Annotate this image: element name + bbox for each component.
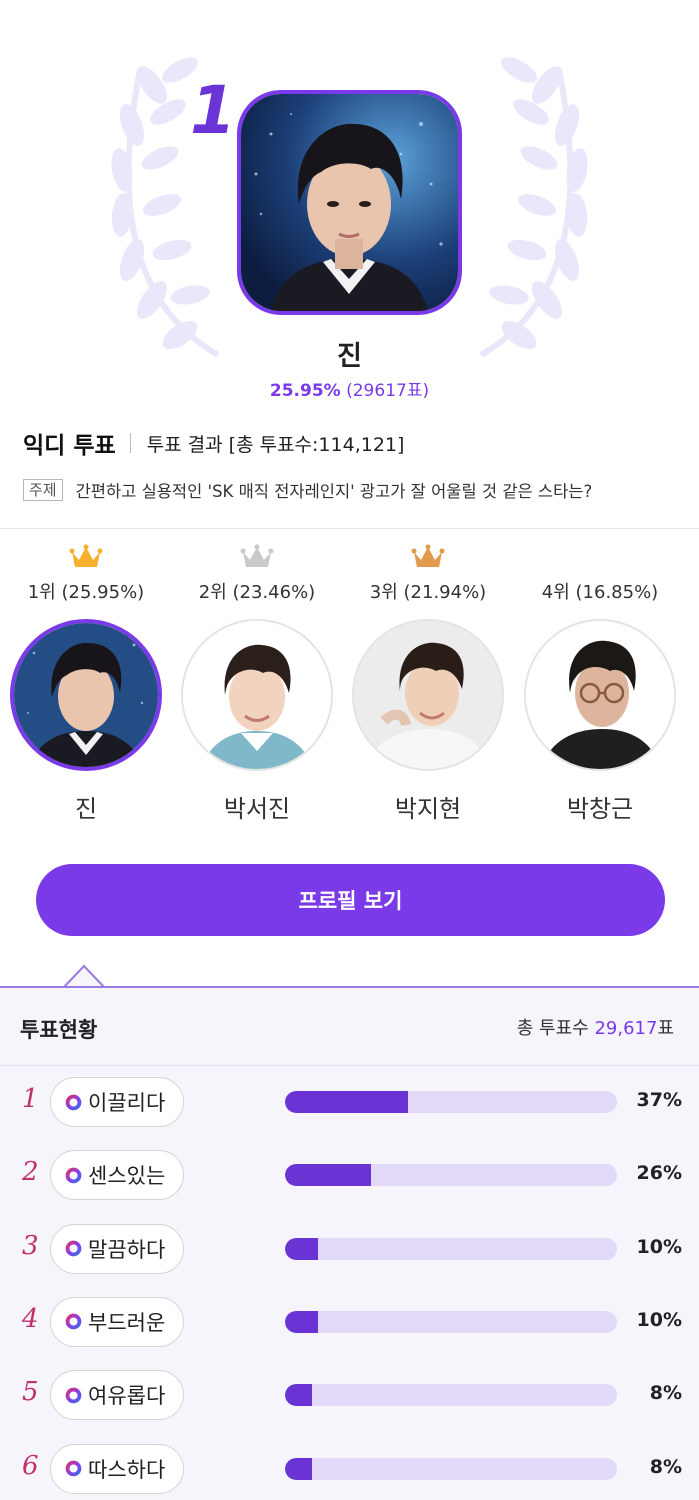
winner-votes: (29617표) [346, 381, 430, 401]
row-rank: 1 [22, 1084, 39, 1114]
poll-header: 익디 투표 투표 결과 [총 투표수:114,121] [23, 426, 404, 460]
candidate-card[interactable]: 1위 (25.95%) 진 [0, 544, 172, 824]
row-rank: 4 [22, 1303, 39, 1334]
winner-percent: 25.95% [269, 381, 341, 401]
vote-bar [285, 1164, 617, 1187]
vote-bar [285, 1310, 617, 1333]
candidate-photo[interactable] [181, 619, 333, 771]
vote-status-row: 3 말끔하다 10% [0, 1221, 699, 1277]
poll-result-text: 투표 결과 [총 투표수:114,121] [146, 433, 405, 456]
candidate-photo[interactable] [352, 619, 504, 771]
vote-status-panel: 투표현황 총 투표수 29,617표 1 이끌리다 37% 2 센스있는 26% 3 말끔하다… [0, 986, 699, 1500]
gold-crown-icon [69, 544, 103, 567]
candidate-portrait-image [14, 623, 158, 767]
vote-status-total: 총 투표수 29,617표 [517, 1014, 674, 1040]
keyword-ring-icon [65, 1240, 82, 1257]
candidate-portrait-image [354, 621, 502, 769]
poll-divider [129, 433, 131, 453]
keyword-label: 여유롭다 [88, 1384, 166, 1409]
winner-photo[interactable] [237, 90, 462, 315]
poll-topic: 주제 간편하고 실용적인 'SK 매직 전자레인지' 광고가 잘 어울릴 것 같… [23, 478, 592, 502]
vote-status-row: 1 이끌리다 37% [0, 1074, 699, 1130]
winner-portrait-image [241, 94, 458, 311]
keyword-pill[interactable]: 이끌리다 [50, 1077, 185, 1127]
candidate-photo[interactable] [524, 619, 676, 771]
keyword-label: 이끌리다 [88, 1091, 166, 1115]
vote-status-row: 2 센스있는 26% [0, 1147, 699, 1203]
profile-view-button[interactable]: 프로필 보기 [36, 864, 665, 936]
vote-bar [285, 1384, 617, 1407]
vote-bar-fill [285, 1091, 408, 1113]
topic-tag: 주제 [23, 479, 63, 501]
vote-bar-fill [285, 1457, 312, 1480]
crown-placeholder [514, 544, 686, 570]
keyword-ring-icon [65, 1314, 82, 1330]
total-value: 29,617 [594, 1018, 658, 1039]
candidate-rank: 4위 (16.85%) [541, 582, 659, 603]
keyword-label: 센스있는 [88, 1164, 166, 1189]
candidate-photo[interactable] [10, 619, 162, 771]
keyword-pill[interactable]: 여유롭다 [50, 1370, 185, 1421]
row-percent: 8% [649, 1455, 682, 1478]
laurel-right-icon [479, 57, 588, 358]
winner-name: 진 [337, 341, 362, 372]
keyword-ring-icon [65, 1387, 82, 1404]
candidate-card[interactable]: 3위 (21.94%) 박지현 [342, 544, 514, 824]
vote-bar-fill [285, 1164, 372, 1187]
vote-status-header: 투표현황 총 투표수 29,617표 [0, 988, 699, 1066]
keyword-pill[interactable]: 부드러운 [50, 1296, 185, 1347]
bronze-crown-icon [411, 544, 445, 567]
row-rank: 2 [22, 1157, 39, 1188]
row-percent: 37% [636, 1089, 682, 1111]
silver-crown-icon [240, 544, 274, 567]
vote-bar [285, 1237, 617, 1260]
candidate-name: 박서진 [223, 795, 291, 823]
row-percent: 8% [649, 1382, 682, 1405]
keyword-pill[interactable]: 말끔하다 [50, 1223, 185, 1274]
row-percent: 10% [636, 1308, 682, 1331]
winner-hero: 1 진 25.95% (29617표) [0, 0, 699, 410]
keyword-pill[interactable]: 센스있는 [50, 1150, 185, 1201]
keyword-ring-icon [65, 1460, 82, 1477]
keyword-label: 말끔하다 [88, 1237, 166, 1262]
vote-bar-fill [285, 1237, 319, 1260]
vote-bar [285, 1457, 617, 1480]
row-percent: 26% [636, 1162, 682, 1185]
section-divider [0, 528, 699, 529]
candidate-name: 박지현 [394, 795, 462, 823]
winner-stats: 25.95% (29617표) [0, 376, 699, 401]
vote-bar [285, 1091, 617, 1113]
keyword-label: 따스하다 [88, 1457, 166, 1482]
candidate-rank: 1위 (25.95%) [27, 582, 145, 603]
panel-notch-icon [64, 964, 104, 988]
keyword-ring-icon [65, 1167, 82, 1184]
candidate-card[interactable]: 2위 (23.46%) 박서진 [171, 544, 343, 824]
vote-bar-fill [285, 1384, 312, 1407]
keyword-pill[interactable]: 따스하다 [50, 1443, 185, 1494]
vote-status-row: 5 여유롭다 8% [0, 1367, 699, 1423]
keyword-label: 부드러운 [88, 1310, 166, 1335]
candidate-card[interactable]: 4위 (16.85%) 박창근 [514, 544, 686, 824]
candidate-name: 박창근 [566, 795, 634, 823]
vote-status-row: 6 따스하다 8% [0, 1441, 699, 1497]
topic-text: 간편하고 실용적인 'SK 매직 전자레인지' 광고가 잘 어울릴 것 같은 스… [75, 482, 593, 501]
row-rank: 5 [22, 1377, 39, 1408]
vote-bar-fill [285, 1310, 319, 1333]
keyword-ring-icon [65, 1094, 82, 1110]
row-rank: 3 [22, 1230, 39, 1261]
row-percent: 10% [636, 1235, 682, 1258]
total-label: 총 투표수 [516, 1018, 589, 1039]
vote-status-title: 투표현황 [20, 1018, 98, 1042]
candidate-rank: 2위 (23.46%) [198, 582, 316, 603]
row-rank: 6 [22, 1450, 39, 1481]
winner-rank: 1 [190, 72, 236, 149]
poll-title: 익디 투표 [23, 433, 116, 459]
candidate-name: 진 [74, 795, 98, 823]
candidate-portrait-image [183, 621, 331, 769]
vote-status-row: 4 부드러운 10% [0, 1294, 699, 1350]
candidate-rank: 3위 (21.94%) [369, 582, 487, 603]
total-unit: 표 [657, 1018, 674, 1039]
candidate-portrait-image [526, 621, 674, 769]
